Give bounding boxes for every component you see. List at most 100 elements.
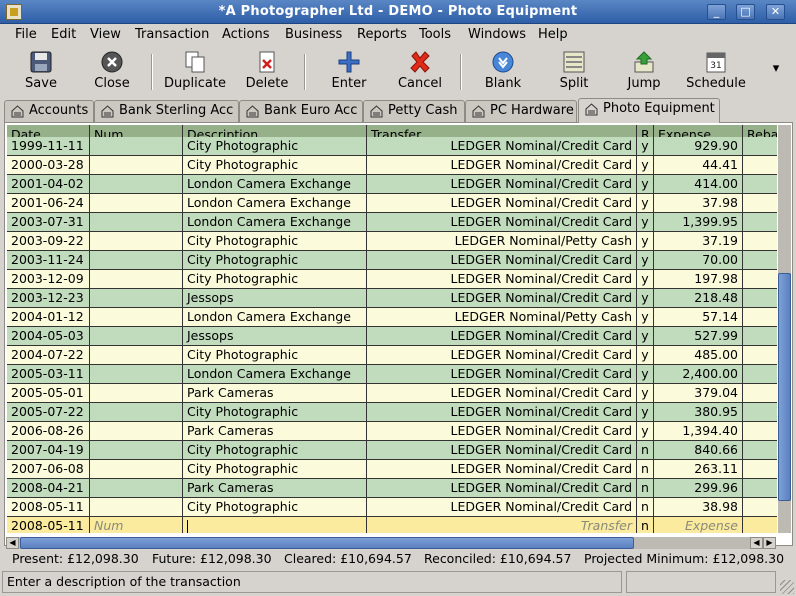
cell-transfer[interactable]: LEDGER Nominal/Credit Card [367, 441, 637, 460]
cell-transfer[interactable]: LEDGER Nominal/Credit Card [367, 175, 637, 194]
cell-num[interactable] [90, 346, 183, 365]
cell-expense[interactable]: 2,400.00 [654, 365, 743, 384]
cell-description[interactable]: City Photographic [183, 346, 367, 365]
cell-transfer[interactable]: LEDGER Nominal/Credit Card [367, 251, 637, 270]
cell-date[interactable]: 2004-05-03 [7, 327, 90, 346]
cell-date[interactable]: 2003-11-24 [7, 251, 90, 270]
cell-date[interactable]: 2004-01-12 [7, 308, 90, 327]
tab-bank-euro[interactable]: Bank Euro Acc [239, 100, 363, 122]
register-row[interactable]: 2003-07-31 London Camera Exchange LEDGER N… [7, 213, 777, 232]
cell-rebate[interactable] [743, 498, 777, 517]
cell-num[interactable] [90, 460, 183, 479]
cell-reconcile[interactable]: y [637, 270, 654, 289]
cell-rebate[interactable] [743, 441, 777, 460]
tab-petty-cash[interactable]: Petty Cash [363, 100, 465, 122]
cell-num[interactable] [90, 270, 183, 289]
cell-transfer[interactable]: LEDGER Nominal/Credit Card [367, 327, 637, 346]
maximize-button[interactable]: □ [736, 4, 755, 20]
register-row[interactable]: 2008-04-21 Park Cameras LEDGER Nominal/Cre… [7, 479, 777, 498]
cell-rebate[interactable] [743, 175, 777, 194]
menu-view[interactable]: View [90, 27, 121, 42]
cell-expense[interactable]: 37.19 [654, 232, 743, 251]
cell-reconcile[interactable]: y [637, 232, 654, 251]
cell-expense[interactable]: 1,399.95 [654, 213, 743, 232]
blank-description-input[interactable] [183, 517, 367, 533]
cell-transfer[interactable]: LEDGER Nominal/Credit Card [367, 346, 637, 365]
cell-expense[interactable]: 218.48 [654, 289, 743, 308]
cell-num[interactable] [90, 365, 183, 384]
blank-expense-input[interactable]: Expense [654, 517, 743, 533]
cell-num[interactable] [90, 289, 183, 308]
cell-transfer[interactable]: LEDGER Nominal/Credit Card [367, 422, 637, 441]
cell-description[interactable]: City Photographic [183, 232, 367, 251]
enter-button[interactable]: Enter [320, 48, 378, 96]
cell-num[interactable] [90, 175, 183, 194]
cell-rebate[interactable] [743, 194, 777, 213]
cell-transfer[interactable]: LEDGER Nominal/Credit Card [367, 403, 637, 422]
cell-description[interactable]: London Camera Exchange [183, 365, 367, 384]
cell-date[interactable]: 2000-03-28 [7, 156, 90, 175]
cell-num[interactable] [90, 441, 183, 460]
blank-reconcile-cell[interactable]: n [637, 517, 654, 533]
cell-description[interactable]: London Camera Exchange [183, 213, 367, 232]
cell-description[interactable]: City Photographic [183, 156, 367, 175]
register-row[interactable]: 2003-12-23 Jessops LEDGER Nominal/Credit C… [7, 289, 777, 308]
cancel-button[interactable]: Cancel [392, 48, 448, 96]
cell-date[interactable]: 2007-06-08 [7, 460, 90, 479]
register-row[interactable]: 1999-11-11 City Photographic LEDGER Nomina… [7, 137, 777, 156]
cell-reconcile[interactable]: y [637, 194, 654, 213]
cell-expense[interactable]: 57.14 [654, 308, 743, 327]
cell-date[interactable]: 2005-05-01 [7, 384, 90, 403]
menu-business[interactable]: Business [285, 27, 342, 42]
cell-reconcile[interactable]: n [637, 441, 654, 460]
menu-windows[interactable]: Windows [468, 27, 526, 42]
cell-description[interactable]: London Camera Exchange [183, 175, 367, 194]
blank-num-input[interactable]: Num [90, 517, 183, 533]
cell-description[interactable]: Park Cameras [183, 479, 367, 498]
cell-date[interactable]: 2008-04-21 [7, 479, 90, 498]
close-button[interactable]: Close [84, 48, 140, 96]
scroll-left-arrow-2[interactable]: ◀ [750, 537, 763, 549]
cell-rebate[interactable] [743, 365, 777, 384]
cell-description[interactable]: London Camera Exchange [183, 308, 367, 327]
cell-transfer[interactable]: LEDGER Nominal/Credit Card [367, 365, 637, 384]
cell-reconcile[interactable]: y [637, 175, 654, 194]
register-row[interactable]: 2006-08-26 Park Cameras LEDGER Nominal/Cre… [7, 422, 777, 441]
blank-rebate-input[interactable] [743, 517, 777, 533]
cell-description[interactable]: City Photographic [183, 251, 367, 270]
cell-description[interactable]: City Photographic [183, 403, 367, 422]
cell-reconcile[interactable]: n [637, 460, 654, 479]
cell-rebate[interactable] [743, 384, 777, 403]
cell-expense[interactable]: 197.98 [654, 270, 743, 289]
cell-transfer[interactable]: LEDGER Nominal/Credit Card [367, 137, 637, 156]
cell-transfer[interactable]: LEDGER Nominal/Credit Card [367, 213, 637, 232]
cell-rebate[interactable] [743, 422, 777, 441]
cell-expense[interactable]: 485.00 [654, 346, 743, 365]
cell-transfer[interactable]: LEDGER Nominal/Credit Card [367, 460, 637, 479]
cell-reconcile[interactable]: n [637, 498, 654, 517]
cell-num[interactable] [90, 251, 183, 270]
cell-rebate[interactable] [743, 346, 777, 365]
tab-bank-sterling[interactable]: Bank Sterling Acc [94, 100, 239, 122]
cell-expense[interactable]: 379.04 [654, 384, 743, 403]
cell-transfer[interactable]: LEDGER Nominal/Credit Card [367, 194, 637, 213]
cell-description[interactable]: City Photographic [183, 498, 367, 517]
cell-transfer[interactable]: LEDGER Nominal/Credit Card [367, 156, 637, 175]
menu-actions[interactable]: Actions [222, 27, 270, 42]
cell-transfer[interactable]: LEDGER Nominal/Credit Card [367, 384, 637, 403]
cell-rebate[interactable] [743, 251, 777, 270]
cell-num[interactable] [90, 194, 183, 213]
cell-date[interactable]: 2003-07-31 [7, 213, 90, 232]
cell-expense[interactable]: 527.99 [654, 327, 743, 346]
menu-edit[interactable]: Edit [51, 27, 76, 42]
cell-rebate[interactable] [743, 270, 777, 289]
cell-num[interactable] [90, 156, 183, 175]
menu-help[interactable]: Help [538, 27, 568, 42]
cell-rebate[interactable] [743, 289, 777, 308]
cell-expense[interactable]: 70.00 [654, 251, 743, 270]
cell-transfer[interactable]: LEDGER Nominal/Credit Card [367, 289, 637, 308]
cell-date[interactable]: 2004-07-22 [7, 346, 90, 365]
register-row[interactable]: 2001-04-02 London Camera Exchange LEDGER N… [7, 175, 777, 194]
cell-num[interactable] [90, 137, 183, 156]
jump-button[interactable]: Jump [618, 48, 670, 96]
